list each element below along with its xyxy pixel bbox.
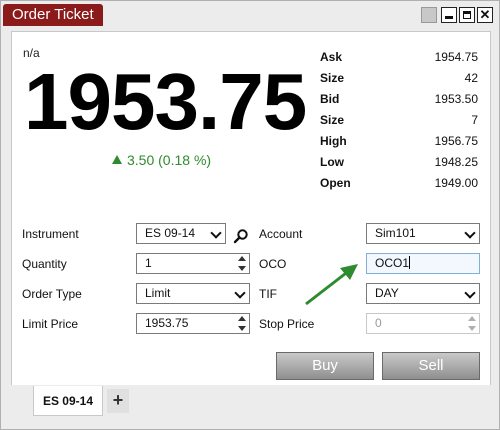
net-change-text: 3.50 (0.18 %) xyxy=(127,152,212,168)
limit-price-stepper[interactable]: 1953.75 xyxy=(136,313,250,334)
instrument-select-value: ES 09-14 xyxy=(145,226,196,240)
annotation-arrow-icon xyxy=(305,264,358,306)
chevron-down-icon xyxy=(466,287,476,299)
tif-select[interactable]: DAY xyxy=(366,283,480,304)
order-ticket-window: Order Ticket ✕ n/a 1953.75 3.50 (0.18 %)… xyxy=(0,0,500,430)
instrument-label: Instrument xyxy=(22,227,79,241)
limit-price-label: Limit Price xyxy=(22,317,79,331)
minimize-button[interactable] xyxy=(441,7,457,23)
net-change: 3.50 (0.18 %) xyxy=(112,152,211,168)
window-options-button[interactable] xyxy=(421,7,437,23)
order-ticket-panel: n/a 1953.75 3.50 (0.18 %) Ask 1954.75 Si… xyxy=(11,31,491,387)
quote-label: High xyxy=(320,134,347,148)
oco-label: OCO xyxy=(259,257,287,271)
limit-price-value: 1953.75 xyxy=(145,316,189,330)
text-cursor xyxy=(409,256,411,269)
up-arrow-icon xyxy=(112,155,122,164)
window-title: Order Ticket xyxy=(3,4,103,26)
quote-value: 1953.50 xyxy=(434,92,478,106)
order-type-select[interactable]: Limit xyxy=(136,283,250,304)
tab-es-09-14[interactable]: ES 09-14 xyxy=(33,386,103,416)
quote-value: 42 xyxy=(464,71,478,85)
quote-value: 7 xyxy=(471,113,478,127)
quantity-value: 1 xyxy=(145,256,152,270)
spinner-icon[interactable] xyxy=(237,256,247,271)
search-icon[interactable] xyxy=(233,228,249,244)
quote-value: 1956.75 xyxy=(434,134,478,148)
instrument-tab-bar: ES 09-14 + xyxy=(1,385,499,429)
buy-button[interactable]: Buy xyxy=(276,352,374,380)
quote-label: Size xyxy=(320,113,345,127)
account-label: Account xyxy=(259,227,303,241)
sell-button[interactable]: Sell xyxy=(382,352,480,380)
stop-price-stepper: 0 xyxy=(366,313,480,334)
quote-value: 1949.00 xyxy=(434,176,478,190)
order-type-label: Order Type xyxy=(22,287,82,301)
spinner-icon xyxy=(467,316,477,331)
quantity-stepper[interactable]: 1 xyxy=(136,253,250,274)
oco-value: OCO1 xyxy=(375,256,410,270)
chevron-down-icon xyxy=(466,227,476,239)
tif-value: DAY xyxy=(375,286,399,300)
title-bar[interactable]: Order Ticket ✕ xyxy=(1,1,499,29)
instrument-select[interactable]: ES 09-14 xyxy=(136,223,226,244)
oco-input[interactable]: OCO1 xyxy=(366,253,480,274)
close-button[interactable]: ✕ xyxy=(477,7,493,23)
quote-label: Size xyxy=(320,71,345,85)
spinner-icon[interactable] xyxy=(237,316,247,331)
quote-label: Bid xyxy=(320,92,340,106)
tif-label: TIF xyxy=(259,287,277,301)
add-tab-button[interactable]: + xyxy=(107,389,129,413)
account-select[interactable]: Sim101 xyxy=(366,223,480,244)
quote-value: 1948.25 xyxy=(434,155,478,169)
quote-label: Open xyxy=(320,176,351,190)
quote-value: 1954.75 xyxy=(434,50,478,64)
quote-label: Ask xyxy=(320,50,343,64)
order-type-value: Limit xyxy=(145,286,171,300)
account-select-value: Sim101 xyxy=(375,226,416,240)
quantity-label: Quantity xyxy=(22,257,67,271)
chevron-down-icon xyxy=(236,287,246,299)
maximize-button[interactable] xyxy=(459,7,475,23)
stop-price-value: 0 xyxy=(375,316,382,330)
chevron-down-icon xyxy=(212,227,222,239)
quote-label: Low xyxy=(320,155,344,169)
stop-price-label: Stop Price xyxy=(259,317,315,331)
last-price: 1953.75 xyxy=(24,57,307,146)
